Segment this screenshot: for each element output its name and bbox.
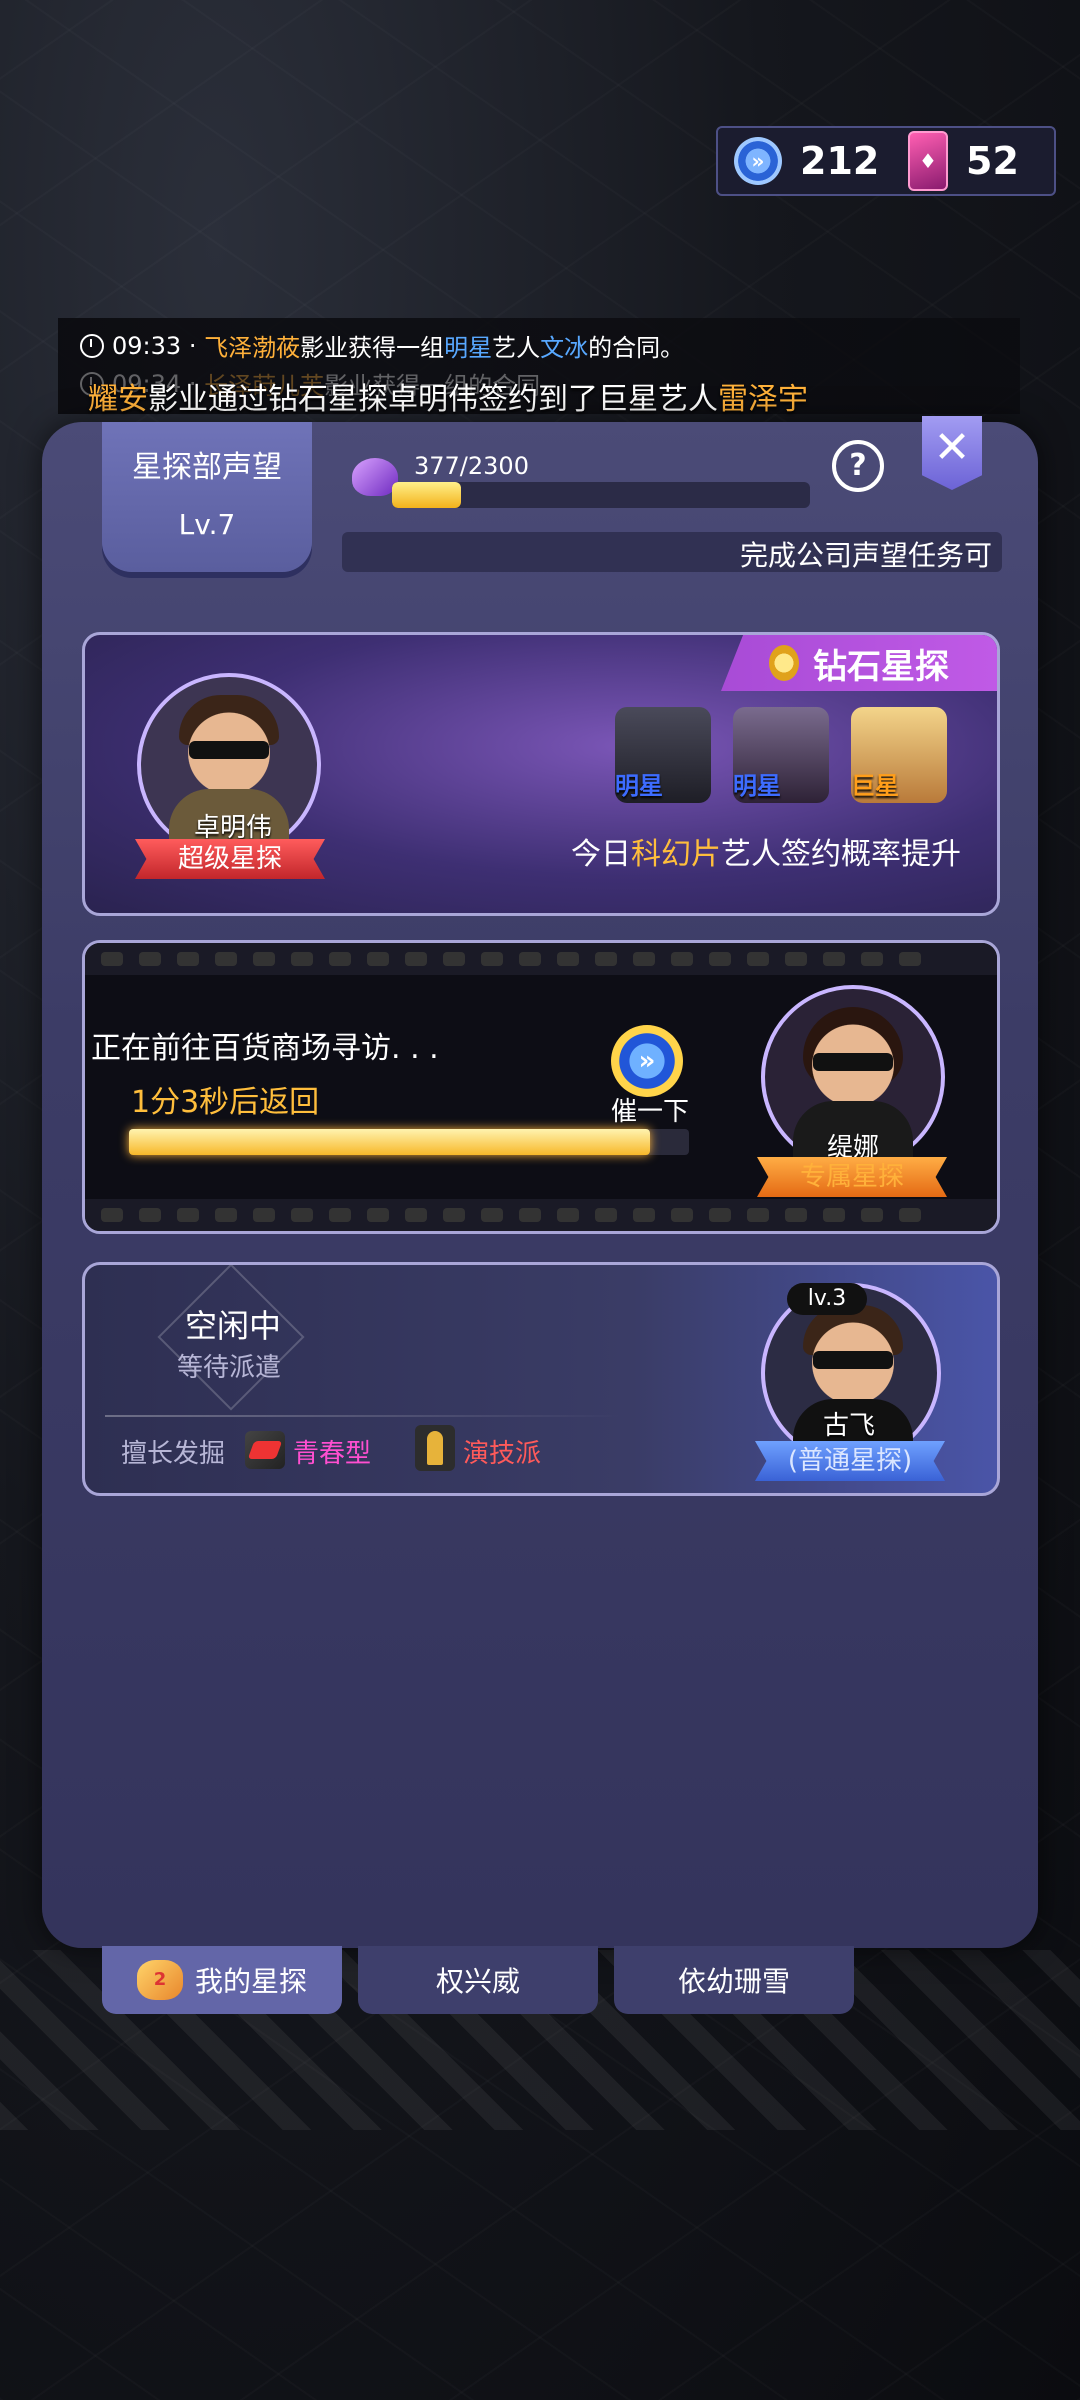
card-count: 52 (966, 139, 1019, 183)
reputation-level: Lv.7 (178, 508, 236, 541)
ticker-text: 影业获得一组 (300, 334, 445, 362)
scout-tabs: 2 我的星探 权兴威 依幼珊雪 (102, 1946, 854, 2014)
headline-artist: 雷泽宇 (718, 382, 808, 417)
promo-genre: 科幻片 (631, 837, 721, 872)
speedup-currency[interactable]: » 212 (718, 128, 900, 194)
film-strip-bottom (85, 1199, 997, 1231)
help-button[interactable]: ? (832, 440, 884, 492)
ticker-artist: 文冰 (540, 334, 589, 362)
headline-news: 耀安影业通过钻石星探卓明伟签约到了巨星艺人雷泽宇 (88, 374, 808, 418)
scout-panel: 星探部声望 Lv.7 377/2300 ? ✕ 完成公司声望任务可 钻石星探 卓… (42, 416, 1038, 1948)
close-button[interactable]: ✕ (922, 416, 982, 490)
return-timer: 1分3秒后返回 (131, 1085, 320, 1120)
film-strip-top (85, 943, 997, 975)
tab-my-scouts[interactable]: 2 我的星探 (102, 1946, 342, 2014)
clock-speedup-icon: » (734, 137, 782, 185)
reputation-title: 星探部声望 (132, 450, 282, 485)
star-portrait-3: 巨星 (851, 707, 947, 803)
reputation-tab: 星探部声望 Lv.7 (102, 422, 312, 572)
star-tier-label: 明星 (733, 772, 781, 800)
skill-tag-2: 演技派 (463, 1439, 542, 1469)
sunglasses-icon (189, 741, 269, 759)
reputation-progress-bar (392, 482, 810, 508)
scout-rank-ribbon: 超级星探 (135, 839, 325, 879)
normal-scout-card[interactable]: 空闲中 等待派遣 擅长发掘 青春型 演技派 lv.3 古飞 (普通星探) (82, 1262, 1000, 1496)
star-tier-label: 巨星 (851, 772, 899, 800)
reputation-progress-fill (392, 482, 461, 508)
sunglasses-icon (813, 1053, 893, 1071)
divider (105, 1415, 625, 1417)
genre-promo: 今日科幻片艺人签约概率提升 (571, 829, 961, 873)
dispatch-status: 正在前往百货商场寻访. . . (91, 1031, 439, 1066)
headline-text: 影业通过钻石星探卓明伟签约到了巨星艺人 (148, 382, 718, 417)
promo-suffix: 艺人签约概率提升 (721, 837, 961, 872)
tab-company-2[interactable]: 权兴威 (358, 1946, 598, 2014)
ticker-sep: · (188, 331, 197, 360)
card-currency[interactable]: ♦ 52 (900, 128, 1066, 194)
dispatch-progress-bar (129, 1129, 689, 1155)
task-marquee: 完成公司声望任务可 (342, 532, 1002, 572)
scout-rank-ribbon: 专属星探 (757, 1157, 947, 1197)
exclusive-scout-card[interactable]: 正在前往百货商场寻访. . . 1分3秒后返回 » 催一下 缇娜 专属星探 (82, 940, 1000, 1234)
ticker-text: 艺人 (492, 334, 541, 362)
reputation-progress-text: 377/2300 (414, 452, 529, 480)
scout-rank-ribbon: (普通星探) (755, 1441, 945, 1481)
clock-icon (80, 333, 104, 358)
skill-tag-1: 青春型 (293, 1439, 372, 1469)
idle-substatus: 等待派遣 (177, 1353, 282, 1383)
hurry-button[interactable]: » (611, 1025, 683, 1097)
my-scouts-icon: 2 (136, 1960, 183, 2000)
sunglasses-icon (813, 1351, 893, 1369)
diamond-scout-card[interactable]: 钻石星探 卓明伟 超级星探 明星 明星 巨星 今日科幻片艺人签约概率提升 (82, 632, 1000, 916)
tab-label: 权兴威 (435, 1965, 520, 1998)
scout-level-tag: lv.3 (787, 1283, 867, 1315)
tab-company-3[interactable]: 依幼珊雪 (614, 1946, 854, 2014)
speedup-count: 212 (800, 139, 880, 183)
diamond-scout-badge: 钻石星探 (721, 635, 997, 691)
diamond-card-icon: ♦ (908, 131, 948, 191)
skill-label: 擅长发掘 (121, 1439, 226, 1469)
dispatch-progress-fill (129, 1129, 650, 1155)
task-text: 完成公司声望任务可 (739, 539, 992, 572)
headline-company: 耀安 (88, 382, 148, 417)
medal-icon (769, 645, 799, 681)
lips-icon (245, 1431, 285, 1469)
currency-bar: » 212 ♦ 52 (716, 126, 1056, 196)
promo-prefix: 今日 (571, 837, 631, 872)
hurry-label[interactable]: 催一下 (611, 1091, 689, 1128)
star-portrait-1: 明星 (615, 707, 711, 803)
tab-label: 依幼珊雪 (677, 1965, 790, 1998)
idle-status: 空闲中 (185, 1307, 282, 1345)
scout-name: 古飞 (822, 1411, 875, 1441)
ticker-text: 的合同。 (588, 334, 685, 362)
ticker-tier: 明星 (444, 334, 493, 362)
star-tier-label: 明星 (615, 772, 663, 800)
diamond-badge-label: 钻石星探 (813, 646, 949, 687)
ticker-time: 09:33 (112, 331, 182, 360)
trophy-icon (415, 1425, 455, 1471)
star-portrait-2: 明星 (733, 707, 829, 803)
tab-label: 我的星探 (194, 1965, 307, 1998)
ticker-company: 飞泽渤莜 (204, 334, 301, 362)
scout-name: 卓明伟 (193, 813, 272, 843)
ticker-line-1: 09:33 · 飞泽渤莜 影业获得一组 明星 艺人 文冰 的合同。 (80, 328, 684, 363)
